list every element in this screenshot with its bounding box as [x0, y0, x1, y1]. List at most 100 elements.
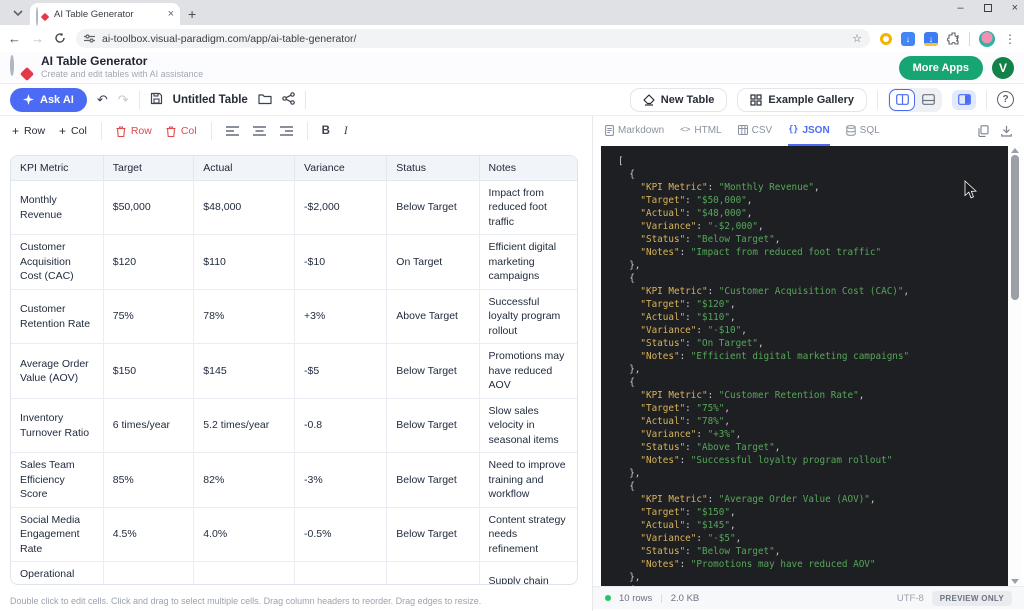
delete-row-button[interactable]: Row: [116, 125, 152, 137]
table-cell[interactable]: $145: [194, 344, 295, 398]
table-header-row[interactable]: KPI MetricTargetActualVarianceStatusNote…: [11, 156, 577, 181]
help-button[interactable]: ?: [997, 91, 1014, 108]
user-avatar[interactable]: V: [992, 57, 1014, 79]
copy-icon[interactable]: [978, 125, 989, 137]
align-right-button[interactable]: [280, 126, 293, 136]
table-cell[interactable]: $50,000: [103, 181, 194, 235]
tab-sql[interactable]: SQL: [846, 116, 880, 146]
column-header[interactable]: Target: [103, 156, 194, 181]
open-folder-icon[interactable]: [258, 93, 272, 107]
json-preview-panel[interactable]: [ { "KPI Metric": "Monthly Revenue", "Ta…: [601, 146, 1022, 586]
table-cell[interactable]: Need to improve training and workflow: [479, 453, 577, 507]
delete-col-button[interactable]: Col: [166, 125, 197, 137]
tab-html[interactable]: <> HTML: [680, 116, 721, 146]
extension-yellow-icon[interactable]: [880, 33, 892, 45]
column-header[interactable]: Status: [387, 156, 479, 181]
tab-markdown[interactable]: Markdown: [605, 116, 664, 146]
table-cell[interactable]: 90%: [103, 562, 194, 585]
forward-button[interactable]: →: [31, 32, 44, 45]
table-cell[interactable]: 78%: [194, 289, 295, 343]
italic-button[interactable]: I: [344, 125, 348, 137]
scroll-up-arrow-icon[interactable]: [1011, 148, 1019, 153]
table-cell[interactable]: Monthly Revenue: [11, 181, 103, 235]
site-settings-icon[interactable]: [84, 33, 95, 44]
table-cell[interactable]: Efficient digital marketing campaigns: [479, 235, 577, 289]
table-cell[interactable]: 85%: [103, 453, 194, 507]
more-apps-button[interactable]: More Apps: [899, 56, 983, 80]
window-close-button[interactable]: ×: [1012, 2, 1018, 14]
url-text[interactable]: ai-toolbox.visual-paradigm.com/app/ai-ta…: [102, 33, 845, 45]
bold-button[interactable]: B: [322, 125, 330, 137]
back-button[interactable]: ←: [8, 32, 21, 45]
table-cell[interactable]: $150: [103, 344, 194, 398]
tab-search-icon[interactable]: [8, 3, 28, 23]
column-header[interactable]: Variance: [295, 156, 387, 181]
add-col-button[interactable]: + Col: [59, 124, 87, 138]
bookmark-star-icon[interactable]: ☆: [852, 32, 862, 45]
table-cell[interactable]: -3%: [295, 453, 387, 507]
share-icon[interactable]: [282, 92, 295, 107]
redo-button[interactable]: ↷: [118, 93, 129, 106]
data-table[interactable]: KPI MetricTargetActualVarianceStatusNote…: [11, 156, 577, 585]
table-cell[interactable]: -$5: [295, 344, 387, 398]
table-cell[interactable]: 4.0%: [194, 507, 295, 561]
table-cell[interactable]: Average Order Value (AOV): [11, 344, 103, 398]
scroll-down-arrow-icon[interactable]: [1011, 579, 1019, 584]
table-cell[interactable]: 82%: [194, 453, 295, 507]
table-cell[interactable]: Successful loyalty program rollout: [479, 289, 577, 343]
table-cell[interactable]: +3%: [295, 289, 387, 343]
table-cell[interactable]: Below Target: [387, 344, 479, 398]
chrome-menu-icon[interactable]: ⋮: [1004, 32, 1016, 46]
table-cell[interactable]: Content strategy needs refinement: [479, 507, 577, 561]
align-left-button[interactable]: [226, 126, 239, 136]
table-cell[interactable]: Customer Retention Rate: [11, 289, 103, 343]
json-code[interactable]: [ { "KPI Metric": "Monthly Revenue", "Ta…: [601, 146, 1008, 586]
extension-install-icon[interactable]: ↓: [924, 32, 938, 46]
example-gallery-button[interactable]: Example Gallery: [737, 88, 867, 112]
table-cell[interactable]: Supply chain delays observed: [479, 562, 577, 585]
table-cell[interactable]: Social Media Engagement Rate: [11, 507, 103, 561]
align-center-button[interactable]: [253, 126, 266, 136]
split-horizontal-view-button[interactable]: [916, 90, 940, 110]
column-header[interactable]: Notes: [479, 156, 577, 181]
new-tab-button[interactable]: +: [188, 6, 196, 22]
table-row[interactable]: Customer Acquisition Cost (CAC)$120$110-…: [11, 235, 577, 289]
column-header[interactable]: KPI Metric: [11, 156, 103, 181]
table-cell[interactable]: Above Target: [387, 289, 479, 343]
table-row[interactable]: Sales Team Efficiency Score85%82%-3%Belo…: [11, 453, 577, 507]
table-cell[interactable]: Below Target: [387, 398, 479, 452]
table-row[interactable]: Customer Retention Rate75%78%+3%Above Ta…: [11, 289, 577, 343]
scrollbar-thumb[interactable]: [1011, 155, 1019, 300]
table-cell[interactable]: -0.5%: [295, 507, 387, 561]
table-cell[interactable]: Below Target: [387, 453, 479, 507]
tab-csv[interactable]: CSV: [738, 116, 773, 146]
table-cell[interactable]: Customer Acquisition Cost (CAC): [11, 235, 103, 289]
address-bar[interactable]: ai-toolbox.visual-paradigm.com/app/ai-ta…: [76, 29, 870, 48]
code-scrollbar[interactable]: [1008, 146, 1022, 586]
ask-ai-button[interactable]: Ask AI: [10, 88, 87, 112]
add-row-button[interactable]: + Row: [12, 124, 45, 138]
table-cell[interactable]: 6 times/year: [103, 398, 194, 452]
table-cell[interactable]: -$2,000: [295, 181, 387, 235]
extensions-puzzle-icon[interactable]: [947, 32, 960, 45]
undo-button[interactable]: ↶: [97, 93, 108, 106]
split-vertical-view-button[interactable]: [890, 90, 914, 110]
profile-avatar[interactable]: [979, 31, 995, 47]
document-title[interactable]: Untitled Table: [173, 94, 248, 106]
tab-json[interactable]: {} JSON: [788, 116, 829, 146]
table-cell[interactable]: 75%: [103, 289, 194, 343]
table-cell[interactable]: 4.5%: [103, 507, 194, 561]
toggle-right-panel-button[interactable]: [952, 90, 976, 110]
window-maximize-button[interactable]: [984, 4, 992, 12]
save-icon[interactable]: [150, 92, 163, 107]
table-cell[interactable]: Below Target: [387, 562, 479, 585]
reload-button[interactable]: [54, 32, 66, 46]
table-cell[interactable]: 5.2 times/year: [194, 398, 295, 452]
table-row[interactable]: Monthly Revenue$50,000$48,000-$2,000Belo…: [11, 181, 577, 235]
table-cell[interactable]: Below Target: [387, 181, 479, 235]
table-cell[interactable]: Slow sales velocity in seasonal items: [479, 398, 577, 452]
window-minimize-button[interactable]: –: [957, 2, 963, 14]
table-cell[interactable]: Sales Team Efficiency Score: [11, 453, 103, 507]
table-cell[interactable]: $48,000: [194, 181, 295, 235]
tab-close-icon[interactable]: ×: [168, 8, 174, 20]
